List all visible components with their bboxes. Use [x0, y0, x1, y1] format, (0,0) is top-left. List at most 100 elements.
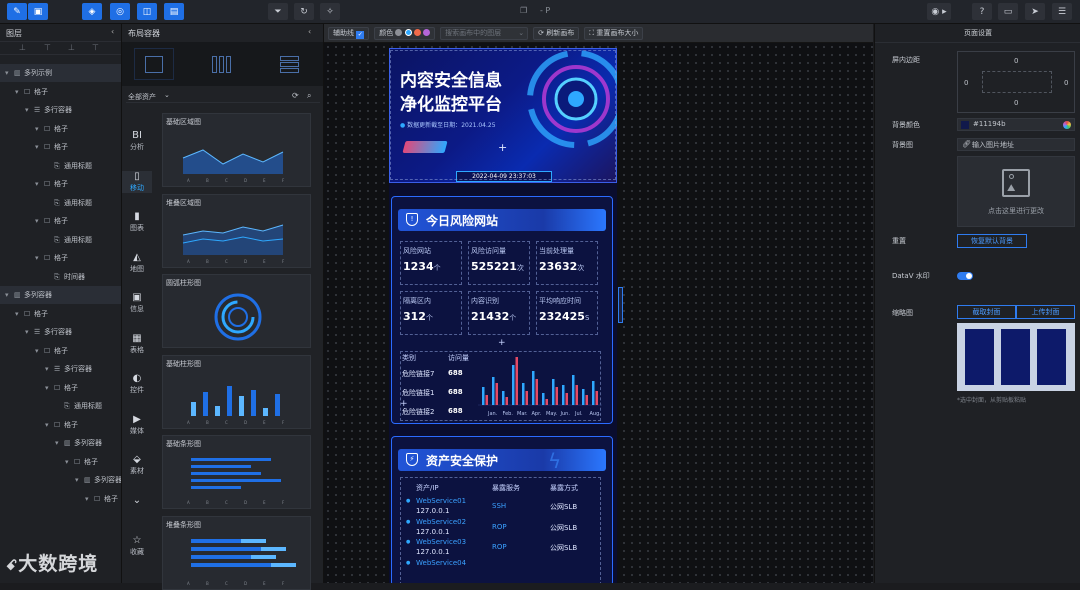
- align-top-icon[interactable]: ⊥: [19, 43, 26, 52]
- collapse-chevron-icon[interactable]: ‹: [111, 27, 114, 36]
- padding-left[interactable]: 0: [964, 79, 968, 87]
- asset-name[interactable]: WebService02: [416, 518, 466, 526]
- component-card[interactable]: 基础条形图 A B C D E F: [162, 435, 311, 509]
- category-item[interactable]: ▯ 移动: [122, 170, 152, 193]
- chevron-down-icon[interactable]: ▾: [35, 342, 39, 360]
- dashboard-screen[interactable]: 内容安全信息 净化监控平台 ● 数据更新截至日期：2021.04.25 + 20…: [389, 48, 617, 583]
- refresh-canvas-button[interactable]: ⟳ 刷新画布: [533, 26, 580, 40]
- bg-color-field[interactable]: #11194b: [957, 118, 1075, 131]
- category-item[interactable]: ☆ 收藏: [122, 535, 152, 557]
- layer-item[interactable]: ▾ ▥ 多列容器: [0, 286, 121, 304]
- padding-top[interactable]: 0: [1014, 57, 1018, 65]
- asset-name[interactable]: WebService04: [416, 559, 466, 567]
- monitor-icon[interactable]: ▭: [998, 3, 1018, 20]
- chevron-down-icon[interactable]: ▾: [85, 490, 89, 508]
- watermark-toggle[interactable]: [957, 272, 973, 280]
- search-icon[interactable]: ⌕: [307, 91, 311, 101]
- refresh-color-icon[interactable]: ↻: [294, 3, 314, 20]
- chevron-down-icon[interactable]: ▾: [65, 453, 69, 471]
- chevron-down-icon[interactable]: ▾: [15, 83, 19, 101]
- chevron-down-icon[interactable]: ▾: [35, 138, 39, 156]
- chevron-down-icon[interactable]: ▾: [55, 434, 59, 452]
- help-icon[interactable]: ?: [972, 3, 992, 20]
- toolbox-toggle-icon[interactable]: ▤: [164, 3, 184, 20]
- guides-toggle[interactable]: 辅助线 ✓: [328, 26, 370, 40]
- align-bottom-icon[interactable]: ⊤: [92, 43, 99, 52]
- chevron-down-icon[interactable]: ▾: [35, 175, 39, 193]
- chevron-down-icon[interactable]: ▾: [25, 101, 29, 119]
- category-item[interactable]: ◭ 地图: [122, 252, 152, 274]
- align-down-icon[interactable]: ⊥: [68, 43, 75, 52]
- publish-icon[interactable]: ➤: [1025, 3, 1045, 20]
- category-item[interactable]: ▣ 信息: [122, 292, 152, 314]
- component-card[interactable]: 基础区域图 A B C D E F: [162, 113, 311, 187]
- component-card[interactable]: 圆弧柱形图: [162, 274, 311, 348]
- bg-image-upload[interactable]: ⛰ 点击这里进行更改: [957, 156, 1075, 227]
- upload-cover-button[interactable]: 上传封面: [1016, 305, 1075, 319]
- cover-thumbnail[interactable]: [957, 323, 1075, 391]
- pin-icon[interactable]: ✧: [320, 3, 340, 20]
- layout-single-icon[interactable]: [134, 48, 174, 80]
- reset-canvas-size-button[interactable]: ⛶ 重置画布大小: [584, 26, 644, 40]
- reset-background-button[interactable]: 恢复默认背景: [957, 234, 1027, 248]
- layer-toggle-icon[interactable]: ◈: [82, 3, 102, 20]
- chevron-down-icon[interactable]: ▾: [35, 249, 39, 267]
- category-item[interactable]: ◐ 控件: [122, 373, 152, 395]
- snapshot-icon[interactable]: ◉ ▸: [927, 3, 951, 20]
- chevron-down-icon[interactable]: ▾: [45, 416, 49, 434]
- menu-icon[interactable]: ☰: [1052, 3, 1072, 20]
- chevron-down-icon[interactable]: ▾: [5, 64, 9, 82]
- color-swatch-purple[interactable]: [423, 28, 431, 36]
- thumb-screen-1: [965, 329, 994, 385]
- refresh-icon[interactable]: ⟳: [292, 91, 299, 100]
- color-picker-group[interactable]: 颜色: [374, 26, 436, 40]
- capture-cover-button[interactable]: 截取封面: [957, 305, 1016, 319]
- chevron-down-icon[interactable]: ▾: [75, 471, 79, 489]
- category-item[interactable]: BI 分析: [122, 130, 152, 152]
- chevron-down-icon[interactable]: ▾: [5, 286, 9, 304]
- category-item[interactable]: ▶ 媒体: [122, 414, 152, 436]
- color-wheel-icon[interactable]: [1063, 121, 1071, 129]
- layer-panel-title: 图层: [6, 29, 22, 38]
- chevron-down-icon[interactable]: ▾: [35, 120, 39, 138]
- component-card[interactable]: 堆叠区域图 A B C D E F: [162, 193, 311, 268]
- padding-editor[interactable]: 0 0 0 0: [957, 51, 1075, 113]
- upload-hint: 点击这里进行更改: [988, 207, 1044, 215]
- layer-item[interactable]: ▾ ▥ 多列示例: [0, 64, 121, 82]
- asset-category-select[interactable]: 全部资产 ⌄ ⟳ ⌕: [126, 90, 320, 103]
- asset-name[interactable]: WebService03: [416, 538, 466, 546]
- component-toggle-icon[interactable]: ◎: [110, 3, 130, 20]
- canvas-scroll-handle[interactable]: [618, 287, 623, 323]
- risk-table-header-category: 类别: [402, 354, 416, 362]
- collapse-chevron-icon[interactable]: ‹: [308, 27, 311, 36]
- category-item[interactable]: ⬙ 素材: [122, 454, 152, 476]
- layer-search-input[interactable]: 搜索画布中的图层 ⌄: [440, 26, 529, 40]
- asset-panel-header: ⚡ 资产安全保护 ϟ: [398, 449, 606, 473]
- add-widget-icon[interactable]: +: [498, 338, 506, 348]
- component-card[interactable]: 基础柱形图 A B C D E F: [162, 354, 311, 429]
- component-preview-chart: A B C D E F: [187, 458, 285, 505]
- category-item[interactable]: ⌄: [122, 495, 152, 507]
- preview-icon[interactable]: ▣: [28, 3, 48, 20]
- category-item[interactable]: ▦ 表格: [122, 333, 152, 355]
- padding-right[interactable]: 0: [1064, 79, 1068, 87]
- chevron-down-icon[interactable]: ▾: [25, 323, 29, 341]
- panel-toggle-icon[interactable]: ◫: [137, 3, 157, 20]
- asset-name[interactable]: WebService01: [416, 497, 466, 505]
- bg-image-input[interactable]: 🔗︎ 输入图片地址: [957, 138, 1075, 151]
- component-card[interactable]: 堆叠条形图 A B C D E F: [162, 515, 311, 590]
- edit-icon[interactable]: ✎: [7, 3, 27, 20]
- align-up-icon[interactable]: ⊤: [44, 43, 51, 52]
- color-swatch-orange[interactable]: [413, 28, 421, 36]
- chevron-down-icon[interactable]: ▾: [45, 360, 49, 378]
- category-item[interactable]: ▮ 图表: [122, 211, 152, 233]
- chevron-down-icon[interactable]: ▾: [15, 305, 19, 323]
- chevron-down-icon[interactable]: ▾: [35, 212, 39, 230]
- filter-icon[interactable]: ⏷: [268, 3, 288, 20]
- layout-rows-icon[interactable]: [270, 48, 310, 80]
- layout-columns-icon[interactable]: [202, 48, 242, 80]
- chevron-down-icon[interactable]: ▾: [45, 379, 49, 397]
- color-swatch-gray[interactable]: [395, 28, 403, 36]
- padding-bottom[interactable]: 0: [1014, 99, 1018, 107]
- color-swatch-blue[interactable]: [404, 28, 412, 36]
